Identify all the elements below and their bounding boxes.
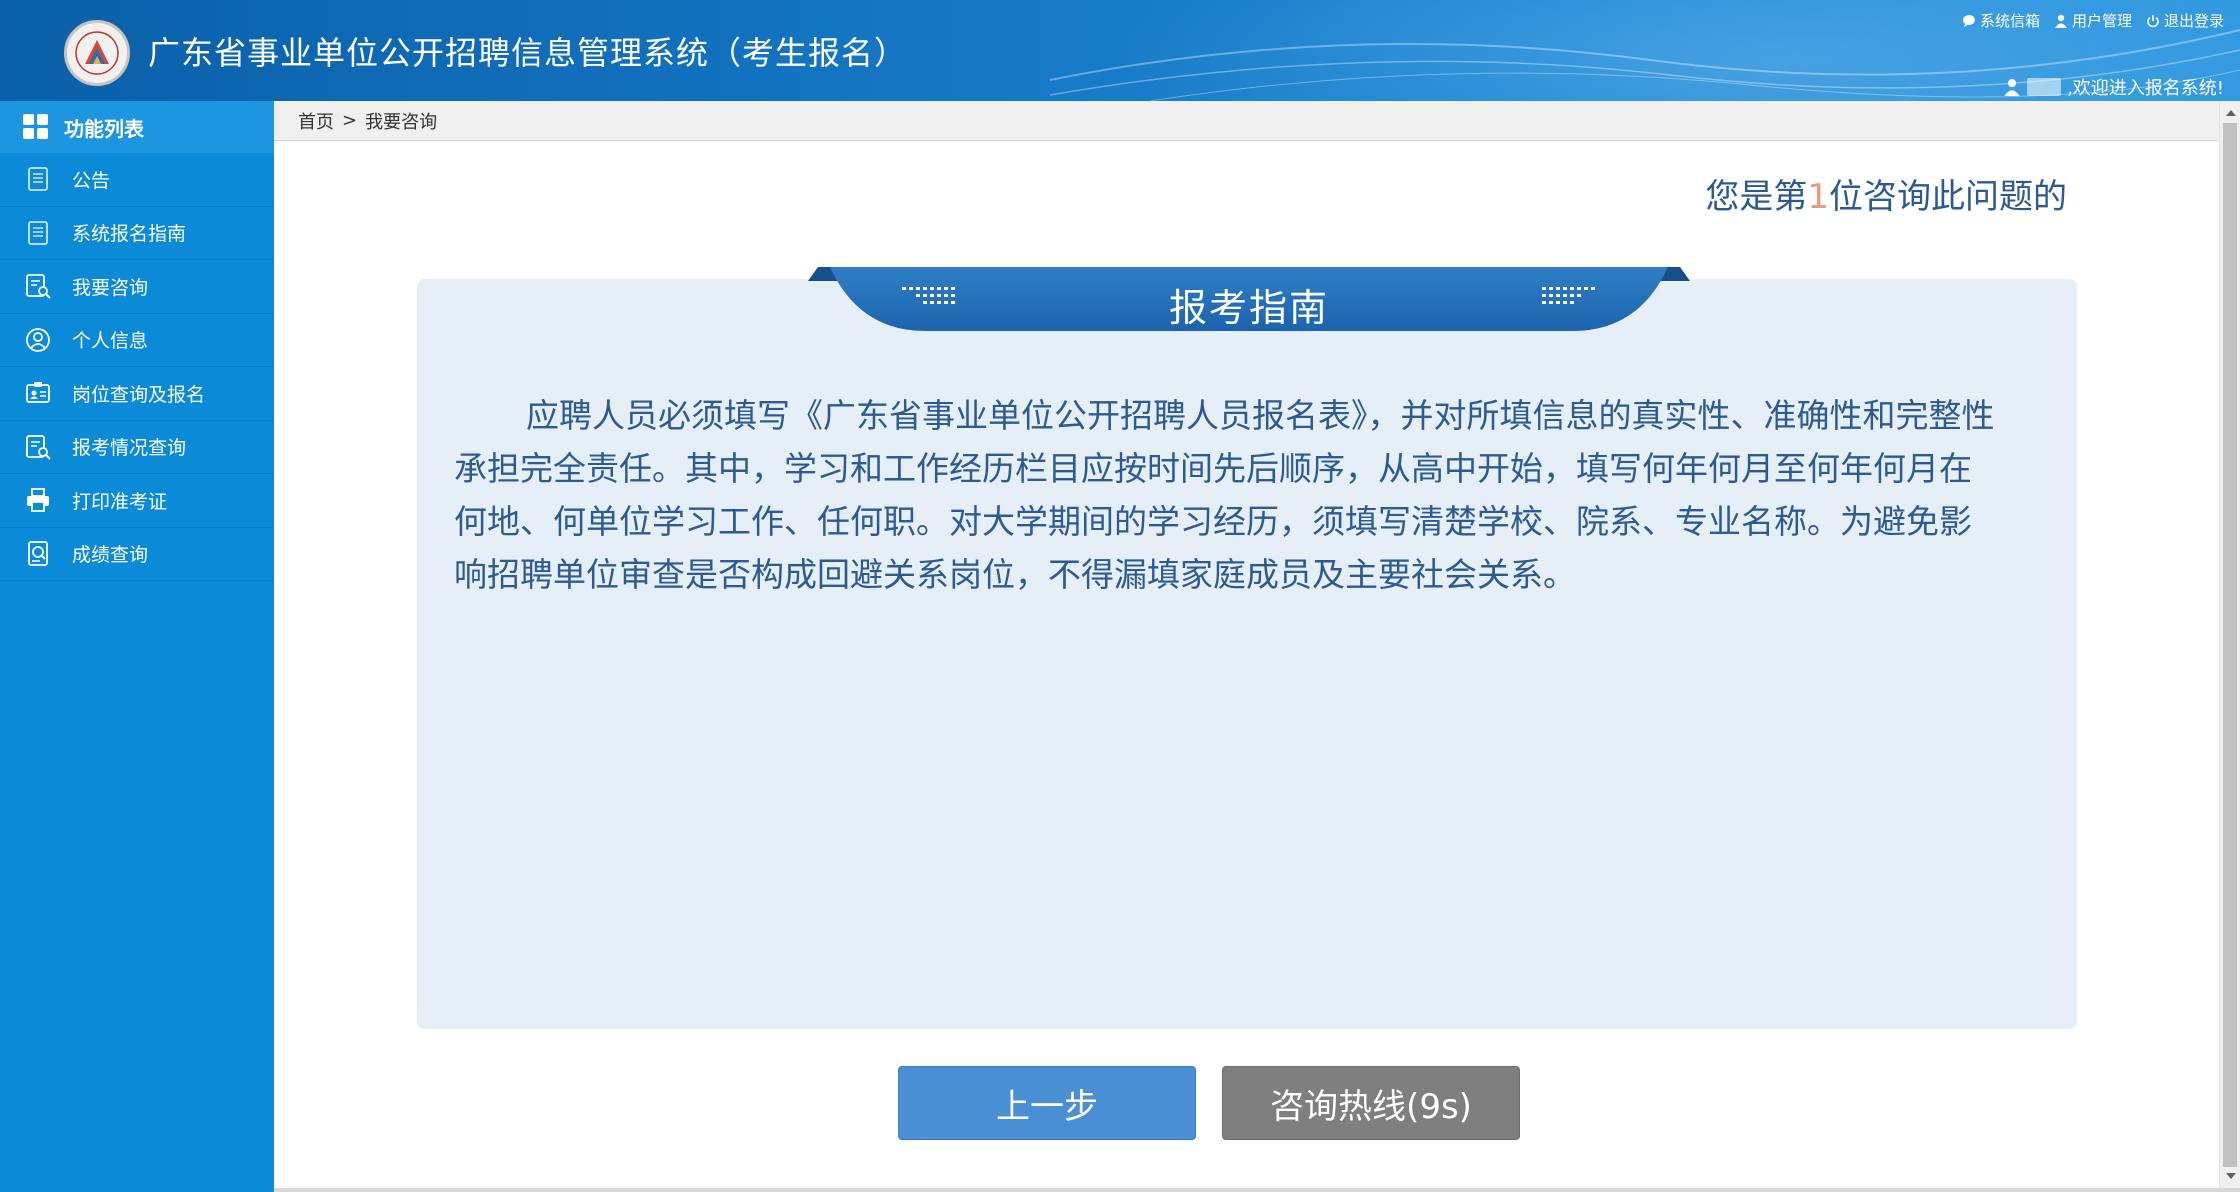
sidebar-item-label: 岗位查询及报名	[72, 383, 206, 406]
chat-icon	[1962, 14, 1975, 27]
sidebar-item-label: 公告	[72, 169, 111, 192]
sidebar-item-label: 个人信息	[72, 330, 149, 353]
sidebar-item-label: 成绩查询	[72, 544, 149, 567]
user-management-link[interactable]: 用户管理	[2054, 10, 2132, 31]
sidebar-item-label: 打印准考证	[72, 490, 168, 513]
sidebar-item-score-query[interactable]: 成绩查询	[0, 528, 274, 581]
emblem-icon	[75, 31, 119, 75]
scroll-down-arrow[interactable]	[2220, 1166, 2240, 1186]
hotline-button[interactable]: 咨询热线(9s)	[1222, 1066, 1520, 1140]
guide-text: 应聘人员必须填写《广东省事业单位公开招聘人员报名表》，并对所填信息的真实性、准确…	[454, 396, 1995, 594]
site-logo	[64, 20, 130, 86]
document-icon	[28, 167, 48, 192]
sidebar-item-label: 报考情况查询	[72, 437, 187, 460]
sidebar-item-consult[interactable]: 我要咨询	[0, 260, 274, 314]
user-icon	[2054, 14, 2067, 28]
user-icon	[2004, 79, 2020, 96]
scrollbar-thumb[interactable]	[2223, 123, 2237, 1167]
sidebar-item-print-ticket[interactable]: 打印准考证	[0, 474, 274, 528]
printer-icon	[27, 488, 49, 513]
previous-step-button[interactable]: 上一步	[898, 1066, 1196, 1140]
sidebar-item-label: 系统报名指南	[72, 223, 187, 246]
search-document-icon	[26, 434, 51, 460]
person-icon	[26, 327, 50, 352]
sidebar-item-label: 我要咨询	[72, 276, 149, 299]
breadcrumb-separator: >	[342, 110, 358, 131]
document-icon	[28, 220, 48, 245]
username-redacted	[2027, 78, 2062, 96]
sidebar-item-application-status[interactable]: 报考情况查询	[0, 421, 274, 474]
consult-counter: 您是第1位咨询此问题的	[1705, 169, 2067, 218]
breadcrumb-current: 我要咨询	[365, 111, 438, 133]
system-title: 广东省事业单位公开招聘信息管理系统（考生报名）	[148, 34, 908, 72]
counter-number: 1	[1807, 177, 1829, 217]
top-links: 系统信箱 用户管理 退出登录	[1962, 10, 2224, 31]
caret-up-icon	[2225, 110, 2236, 116]
grid-icon	[23, 114, 48, 139]
main-content: 您是第1位咨询此问题的 报考指南 应聘人员必须填写《广东省事业单位公开招聘人员报…	[274, 141, 2219, 1188]
welcome-message: ,欢迎进入报名系统!	[2003, 74, 2224, 100]
caret-down-icon	[2225, 1173, 2236, 1179]
guide-title: 报考指南	[1168, 286, 1329, 330]
logout-link-label: 退出登录	[2163, 12, 2224, 30]
power-icon	[2147, 14, 2159, 27]
sidebar-item-personal-info[interactable]: 个人信息	[0, 314, 274, 367]
breadcrumb: 首页 > 我要咨询	[274, 101, 2219, 141]
bottom-border	[274, 1188, 2240, 1192]
sidebar: 功能列表 公告 系统报名指南 我要咨询 个人信息 岗位查询及报名 报考情况查询 …	[0, 101, 274, 1192]
sidebar-heading: 功能列表	[0, 101, 274, 153]
user-management-link-label: 用户管理	[2071, 12, 2132, 30]
sidebar-item-announcement[interactable]: 公告	[0, 153, 274, 207]
scroll-up-arrow[interactable]	[2220, 103, 2240, 123]
welcome-text: ,欢迎进入报名系统!	[2067, 78, 2224, 99]
app-header: 广东省事业单位公开招聘信息管理系统（考生报名） 系统信箱 用户管理 退出登录 ,…	[0, 0, 2240, 101]
breadcrumb-home[interactable]: 首页	[298, 108, 334, 134]
counter-prefix: 您是第	[1705, 177, 1808, 217]
sidebar-item-position-search[interactable]: 岗位查询及报名	[0, 367, 274, 421]
logout-link[interactable]: 退出登录	[2146, 10, 2224, 31]
counter-suffix: 位咨询此问题的	[1829, 177, 2067, 217]
mailbox-link[interactable]: 系统信箱	[1962, 10, 2040, 31]
id-card-icon	[26, 382, 50, 404]
vertical-scrollbar[interactable]	[2219, 101, 2240, 1188]
mailbox-link-label: 系统信箱	[1979, 12, 2040, 30]
score-icon	[28, 540, 48, 566]
guide-banner: 报考指南	[808, 263, 1690, 333]
sidebar-item-registration-guide[interactable]: 系统报名指南	[0, 207, 274, 260]
search-document-icon	[26, 274, 51, 299]
sidebar-heading-label: 功能列表	[64, 116, 144, 141]
